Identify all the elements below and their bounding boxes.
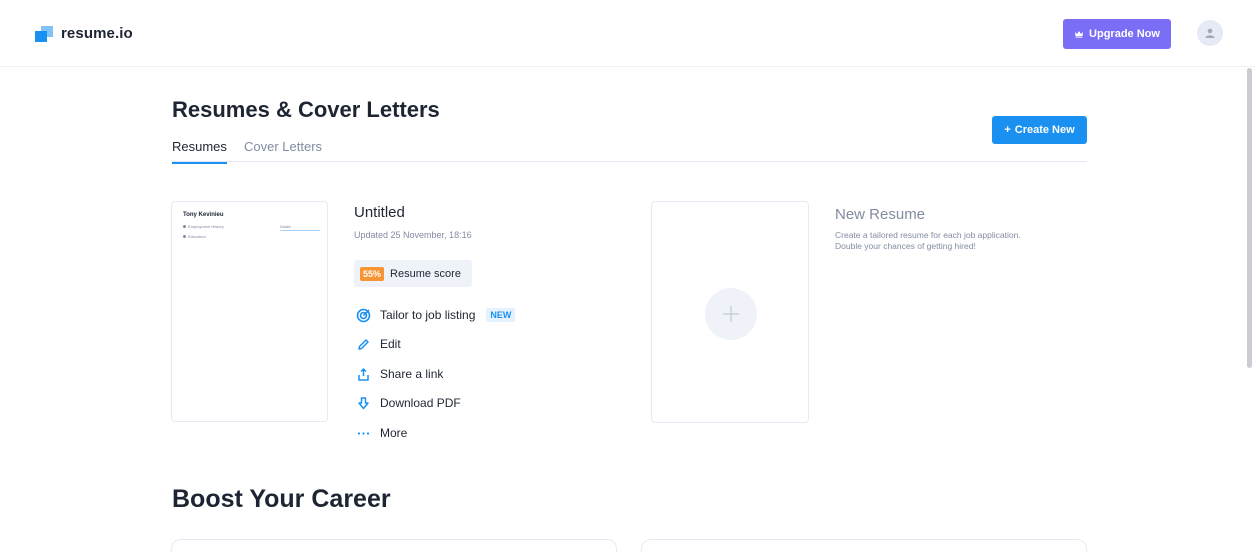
logo[interactable]: resume.io — [35, 25, 133, 42]
upgrade-now-button[interactable]: Upgrade Now — [1063, 19, 1171, 49]
new-resume-title[interactable]: New Resume — [835, 206, 925, 223]
create-new-label: Create New — [1014, 124, 1075, 136]
score-label: Resume score — [390, 267, 461, 280]
tailor-action[interactable]: Tailor to job listing NEW — [356, 306, 516, 324]
new-resume-description: Create a tailored resume for each job ap… — [835, 230, 1021, 251]
thumbnail-details: Details — [280, 225, 291, 229]
boost-career-title: Boost Your Career — [172, 485, 391, 513]
download-action[interactable]: Download PDF — [356, 394, 461, 412]
share-icon — [356, 367, 371, 382]
share-label: Share a link — [380, 367, 444, 381]
new-resume-card[interactable] — [651, 201, 809, 423]
more-action[interactable]: More — [356, 424, 407, 442]
logo-text: resume.io — [61, 25, 133, 42]
page-title: Resumes & Cover Letters — [172, 97, 440, 122]
top-bar: resume.io Upgrade Now — [0, 0, 1255, 67]
share-action[interactable]: Share a link — [356, 365, 443, 383]
thumbnail-divider — [280, 230, 320, 231]
plus-icon: + — [1004, 124, 1011, 136]
scrollbar-thumb[interactable] — [1247, 68, 1252, 368]
more-label: More — [380, 426, 408, 440]
add-resume-button[interactable] — [705, 288, 757, 340]
user-icon — [1205, 28, 1215, 38]
download-icon — [356, 396, 371, 411]
thumbnail-section: Employment History — [183, 224, 224, 229]
tab-cover-letters[interactable]: Cover Letters — [244, 139, 322, 154]
boost-card[interactable] — [641, 539, 1087, 552]
boost-card[interactable] — [171, 539, 617, 552]
edit-label: Edit — [380, 337, 401, 351]
thumbnail-name: Tony Kevinieu — [183, 212, 224, 218]
upgrade-now-label: Upgrade Now — [1089, 28, 1160, 40]
more-icon — [356, 426, 371, 441]
crown-icon — [1075, 31, 1084, 38]
score-badge: 55% — [360, 266, 385, 281]
resume-title[interactable]: Untitled — [354, 204, 405, 221]
logo-icon — [35, 25, 53, 42]
user-avatar[interactable] — [1197, 20, 1223, 46]
resume-thumbnail[interactable]: Tony Kevinieu Employment History Educati… — [171, 201, 328, 422]
resume-score[interactable]: 55% Resume score — [354, 260, 472, 287]
download-label: Download PDF — [380, 396, 461, 410]
thumbnail-section: Education — [183, 234, 206, 239]
plus-icon — [723, 306, 739, 322]
tailor-label: Tailor to job listing — [380, 308, 476, 322]
new-badge: NEW — [486, 308, 516, 322]
target-icon — [356, 308, 371, 323]
edit-action[interactable]: Edit — [356, 335, 401, 353]
tab-resumes[interactable]: Resumes — [172, 139, 227, 164]
tab-bar: Resumes Cover Letters — [172, 137, 1087, 164]
resume-updated-date: Updated 25 November, 18:16 — [354, 230, 472, 240]
pencil-icon — [356, 337, 371, 352]
